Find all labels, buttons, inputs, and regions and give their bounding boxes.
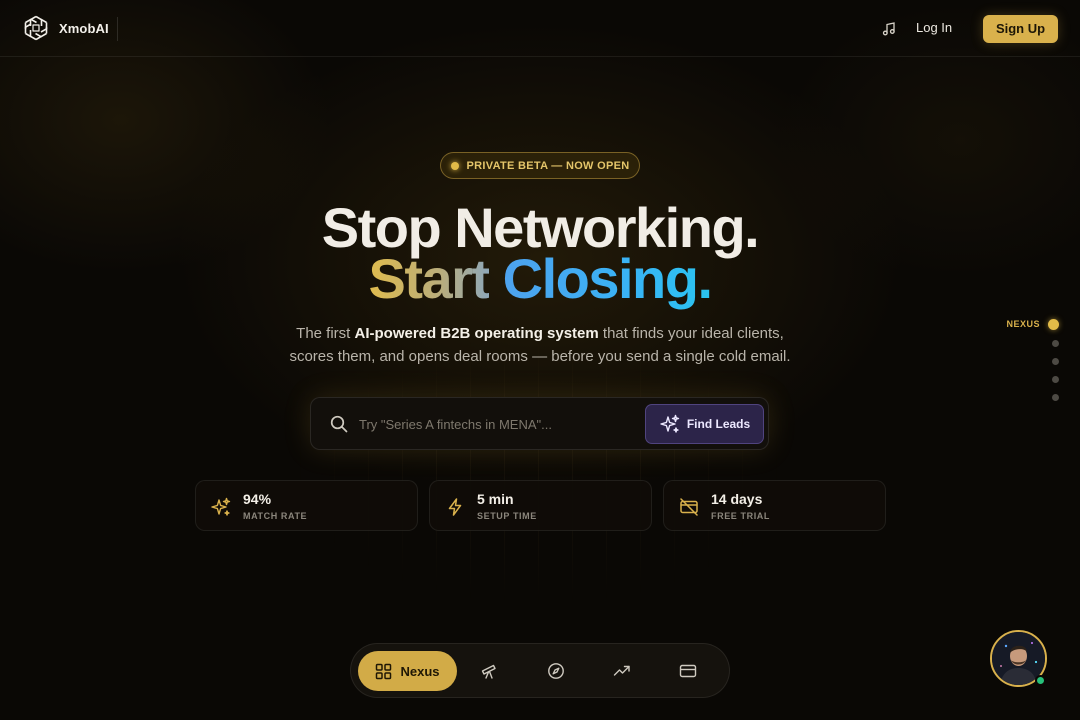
stat-card-match-rate: 94% MATCH RATE [195,480,418,531]
dock-tab-nexus[interactable]: Nexus [358,651,457,691]
background-pattern [300,340,780,600]
hero-subtitle: The first AI-powered B2B operating syste… [0,322,1080,368]
side-nav-dot-3[interactable] [1052,358,1059,365]
beta-badge-text: PRIVATE BETA — NOW OPEN [466,159,630,172]
dock-tab-explore[interactable] [546,661,566,681]
brand-logo[interactable]: XmobAI [22,14,109,42]
find-leads-label: Find Leads [686,417,751,431]
sparkles-icon [660,414,680,433]
header-divider [117,17,118,41]
stat-value: 94% [243,491,272,507]
side-nav-dot-5[interactable] [1052,394,1059,401]
dock-tab-billing[interactable] [678,661,698,681]
dock-tab-nexus-label: Nexus [400,663,440,679]
side-nav-dot-4[interactable] [1052,376,1059,383]
headline-start-word: Start [368,247,490,310]
beta-badge: PRIVATE BETA — NOW OPEN [440,152,640,179]
search-icon [330,415,348,433]
lead-search-input[interactable] [359,412,629,436]
subtitle-post: that finds your ideal clients, [602,325,784,342]
login-link[interactable]: Log In [916,20,952,35]
logo-icon [24,15,48,41]
side-nav-dot-nexus[interactable] [1048,319,1059,330]
dock-tab-discover[interactable] [479,661,499,681]
compass-icon [548,663,564,679]
music-note-icon [882,22,895,36]
side-nav-active-label: NEXUS [1006,319,1040,329]
signup-button[interactable]: Sign Up [983,15,1058,43]
credit-card-icon [679,664,697,678]
grid-icon [376,663,392,679]
dock-tab-analytics[interactable] [612,661,632,681]
bottom-dock: Nexus [350,643,730,698]
brand-name: XmobAI [59,20,109,36]
status-dot-icon [450,161,459,170]
telescope-icon [481,664,496,679]
stat-card-setup-time: 5 min SETUP TIME [429,480,652,531]
trending-up-icon [613,665,630,676]
subtitle-line-2: scores them, and opens deal rooms — befo… [289,348,791,365]
stat-label: MATCH RATE [243,511,308,521]
side-nav-dot-2[interactable] [1052,340,1059,347]
subtitle-pre: The first [296,325,351,342]
music-toggle-button[interactable] [879,19,899,39]
lead-search-bar: Find Leads [310,397,769,450]
no-card-icon [680,498,698,516]
headline-line-2: Start Closing. [0,246,1080,312]
find-leads-button[interactable]: Find Leads [645,404,764,444]
stat-value: 14 days [711,491,763,507]
top-navbar: XmobAI Log In Sign Up [0,0,1080,57]
subtitle-highlight: AI-powered B2B operating system [354,325,599,342]
lightning-icon [448,498,462,516]
stat-card-free-trial: 14 days FREE TRIAL [663,480,886,531]
stat-label: SETUP TIME [477,511,537,521]
online-status-dot [1035,675,1046,686]
sparkles-icon [211,497,231,516]
stat-value: 5 min [477,491,514,507]
headline-closing-word: Closing. [502,247,713,310]
stat-label: FREE TRIAL [711,511,770,521]
